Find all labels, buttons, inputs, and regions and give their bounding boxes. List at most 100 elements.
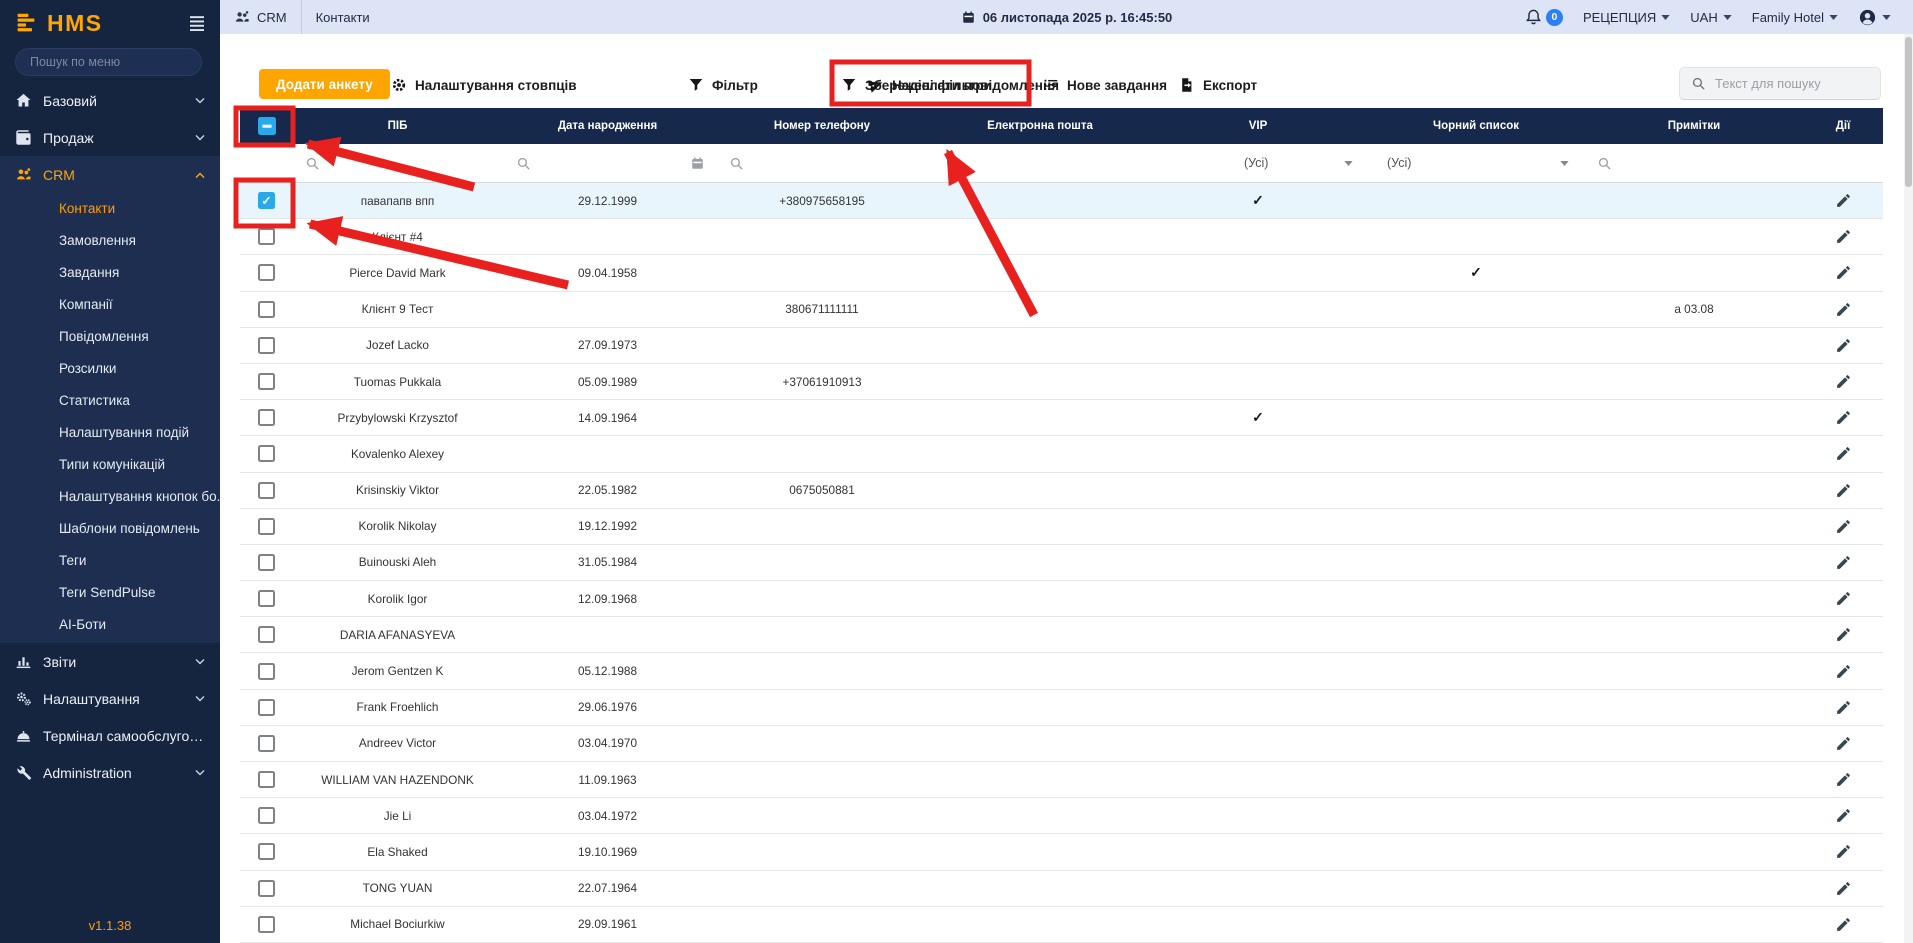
col-header-blacklist[interactable]: Чорний список (1367, 108, 1585, 144)
sidebar-subitem[interactable]: Типи комунікацій (0, 449, 220, 481)
sidebar-item-crm[interactable]: CRM (0, 156, 220, 193)
sidebar-item-bazovyi[interactable]: Базовий (0, 82, 220, 119)
row-checkbox[interactable] (258, 264, 275, 282)
edit-icon[interactable] (1835, 301, 1852, 318)
edit-icon[interactable] (1835, 735, 1852, 752)
row-checkbox[interactable] (258, 843, 275, 861)
sidebar-item-prodazh[interactable]: Продаж (0, 119, 220, 156)
hotel-dropdown[interactable]: Family Hotel (1752, 10, 1838, 25)
sidebar-subitem[interactable]: Статистика (0, 385, 220, 417)
table-row[interactable]: Pierce David Mark 09.04.1958 ✓ (240, 255, 1883, 292)
sidebar-subitem[interactable]: Розсилки (0, 353, 220, 385)
table-row[interactable]: TONG YUAN 22.07.1964 (240, 870, 1883, 907)
sidebar-subitem[interactable]: Теги (0, 545, 220, 577)
edit-icon[interactable] (1835, 192, 1852, 209)
table-row[interactable]: DARIA AFANASYEVA (240, 617, 1883, 654)
sidebar-subitem[interactable]: Теги SendPulse (0, 577, 220, 609)
sidebar-subitem[interactable]: Замовлення (0, 225, 220, 257)
row-checkbox[interactable] (258, 771, 275, 789)
edit-icon[interactable] (1835, 264, 1852, 281)
sidebar-item-zvity[interactable]: Звіти (0, 643, 220, 680)
calendar-icon[interactable] (690, 156, 705, 171)
col-header-vip[interactable]: VIP (1149, 108, 1367, 144)
filter-email[interactable] (931, 144, 1149, 182)
sidebar-subitem[interactable]: Шаблони повідомлень (0, 513, 220, 545)
edit-icon[interactable] (1835, 807, 1852, 824)
sidebar-item-terminal[interactable]: Термінал самообслуговува... (0, 717, 220, 754)
select-all-checkbox[interactable] (257, 117, 276, 135)
sidebar-subitem[interactable]: Налаштування кнопок бо... (0, 481, 220, 513)
sidebar-subitem[interactable]: Компанії (0, 289, 220, 321)
filter-blacklist-select[interactable]: (Усі) (1367, 144, 1585, 182)
table-row[interactable]: Korolik Igor 12.09.1968 (240, 581, 1883, 618)
scrollbar-thumb[interactable] (1905, 37, 1912, 187)
edit-icon[interactable] (1835, 880, 1852, 897)
row-checkbox[interactable] (258, 626, 275, 644)
edit-icon[interactable] (1835, 228, 1852, 245)
currency-dropdown[interactable]: UAH (1690, 10, 1731, 25)
edit-icon[interactable] (1835, 337, 1852, 354)
table-row[interactable]: Jie Li 03.04.1972 (240, 798, 1883, 835)
row-checkbox[interactable] (258, 553, 275, 571)
row-checkbox[interactable] (258, 915, 275, 933)
edit-icon[interactable] (1835, 482, 1852, 499)
table-search-input[interactable] (1715, 76, 1869, 91)
col-header-notes[interactable]: Примітки (1585, 108, 1803, 144)
row-checkbox[interactable] (258, 228, 275, 246)
edit-icon[interactable] (1835, 445, 1852, 462)
table-row[interactable]: павапапв впп 29.12.1999 +380975658195 ✓ (240, 183, 1883, 220)
filter-notes[interactable] (1585, 144, 1803, 182)
vertical-scrollbar[interactable] (1904, 34, 1913, 943)
edit-icon[interactable] (1835, 373, 1852, 390)
sidebar-subitem[interactable]: Налаштування подій (0, 417, 220, 449)
edit-icon[interactable] (1835, 843, 1852, 860)
row-checkbox[interactable] (258, 590, 275, 608)
row-checkbox[interactable] (258, 662, 275, 680)
reception-dropdown[interactable]: РЕЦЕПЦИЯ (1583, 10, 1670, 25)
edit-icon[interactable] (1835, 590, 1852, 607)
sidebar-collapse-icon[interactable] (188, 15, 206, 31)
sidebar-subitem[interactable]: Завдання (0, 257, 220, 289)
filter-phone[interactable] (713, 144, 931, 182)
table-row[interactable]: Andreev Victor 03.04.1970 (240, 725, 1883, 762)
row-checkbox[interactable] (258, 481, 275, 499)
new-task-button[interactable]: Нове завдання (1043, 75, 1167, 95)
sidebar-item-nalashtuvannia[interactable]: Налаштування (0, 680, 220, 717)
row-checkbox[interactable] (258, 300, 275, 318)
app-logo[interactable]: HMS (14, 10, 188, 37)
row-checkbox[interactable] (258, 807, 275, 825)
filter-button[interactable]: Фільтр (688, 75, 758, 95)
table-row[interactable]: Клієнт 9 Тест 380671111111 а 03.08 (240, 291, 1883, 328)
row-checkbox[interactable] (258, 409, 275, 427)
export-button[interactable]: Експорт (1179, 75, 1257, 95)
col-header-name[interactable]: ПІБ (293, 108, 502, 144)
col-header-email[interactable]: Електронна пошта (931, 108, 1149, 144)
table-row[interactable]: Przybylowski Krzysztof 14.09.1964 ✓ (240, 400, 1883, 437)
filter-vip-select[interactable]: (Усі) (1149, 144, 1367, 182)
sidebar-item-administration[interactable]: Administration (0, 754, 220, 791)
edit-icon[interactable] (1835, 663, 1852, 680)
table-row[interactable]: WILLIAM VAN HAZENDONK 11.09.1963 (240, 762, 1883, 799)
sidebar-subitem[interactable]: Повідомлення (0, 321, 220, 353)
table-row[interactable]: Ela Shaked 19.10.1969 (240, 834, 1883, 871)
user-menu[interactable] (1858, 8, 1891, 27)
row-checkbox[interactable] (258, 336, 275, 354)
table-row[interactable]: Клієнт #4 (240, 219, 1883, 256)
sidebar-subitem[interactable]: AI-Боти (0, 609, 220, 641)
table-row[interactable]: Kovalenko Alexey (240, 436, 1883, 473)
row-checkbox[interactable] (258, 445, 275, 463)
row-checkbox[interactable] (258, 517, 275, 535)
table-row[interactable]: Korolik Nikolay 19.12.1992 (240, 508, 1883, 545)
table-row[interactable]: Tuomas Pukkala 05.09.1989 +37061910913 (240, 363, 1883, 401)
edit-icon[interactable] (1835, 626, 1852, 643)
table-row[interactable]: Buinouski Aleh 31.05.1984 (240, 544, 1883, 582)
edit-icon[interactable] (1835, 518, 1852, 535)
table-row[interactable]: Jozef Lacko 27.09.1973 (240, 327, 1883, 364)
breadcrumb-section[interactable]: CRM (220, 0, 301, 34)
column-settings-button[interactable]: Налаштування стовпців (391, 75, 577, 95)
menu-search-input[interactable] (15, 48, 202, 76)
row-checkbox[interactable] (258, 192, 275, 210)
row-checkbox[interactable] (258, 879, 275, 897)
row-checkbox[interactable] (258, 373, 275, 391)
filter-dob[interactable] (502, 144, 713, 182)
